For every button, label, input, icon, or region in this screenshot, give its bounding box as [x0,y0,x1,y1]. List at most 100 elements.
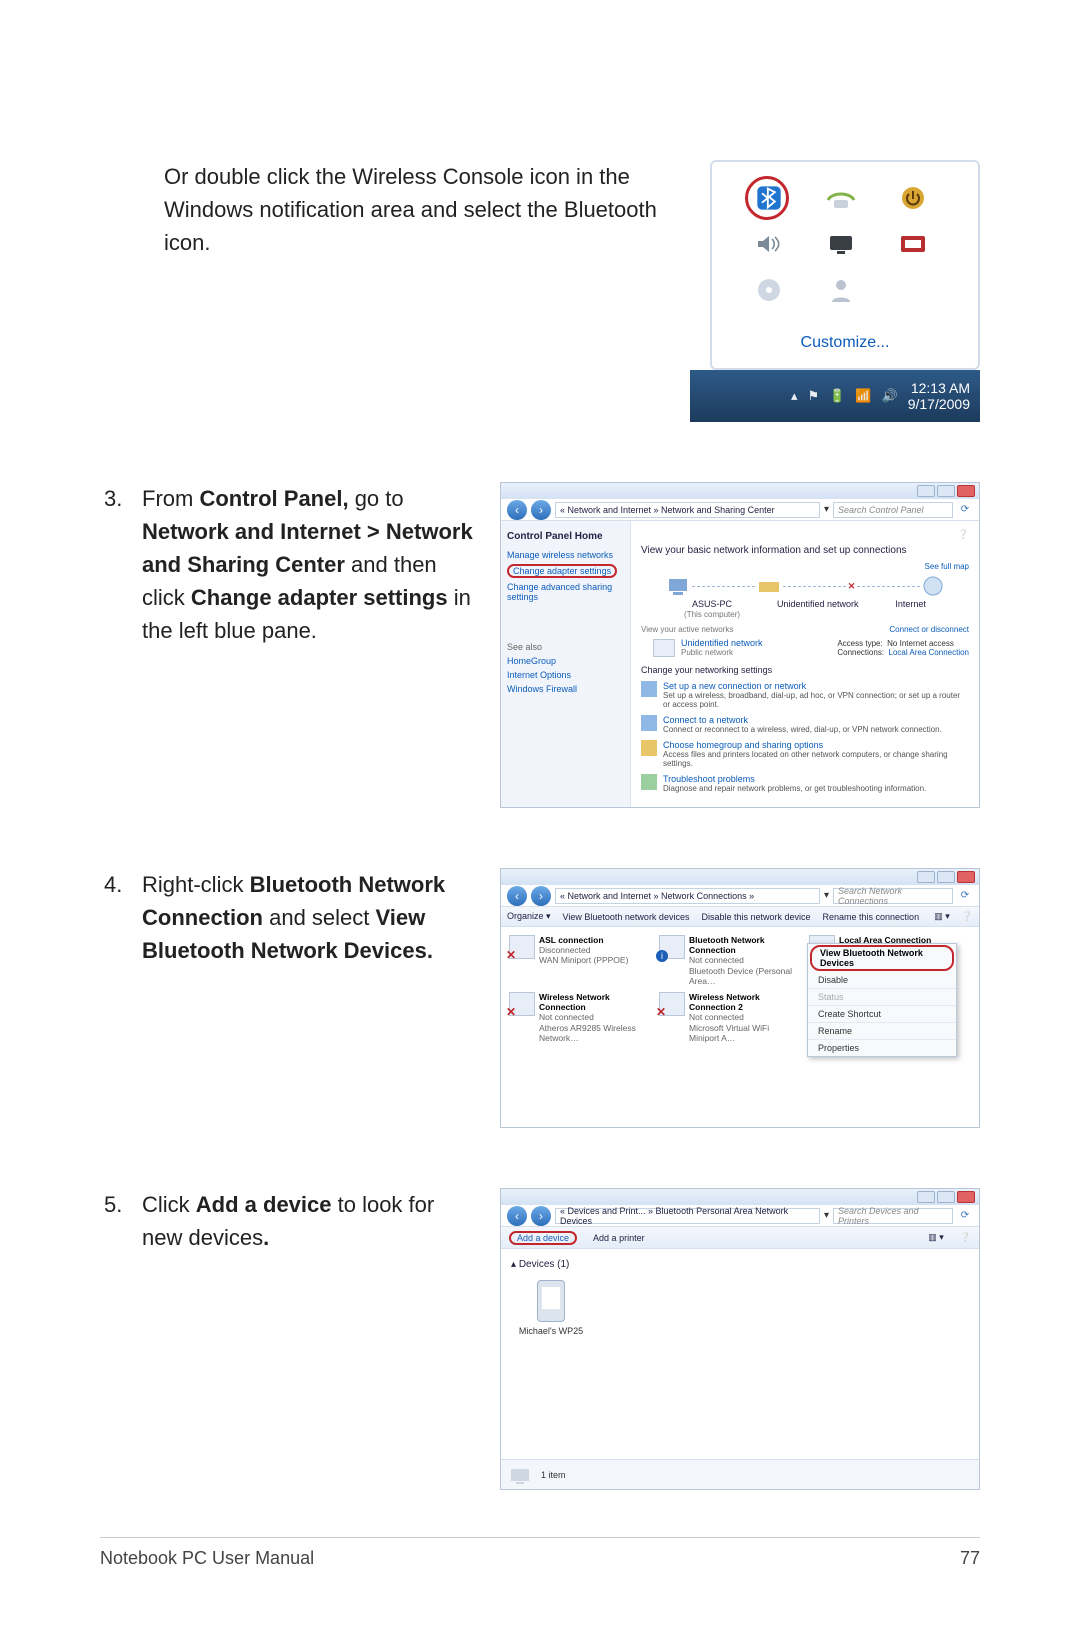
screenshot-network-sharing-center: ‹ › « Network and Internet » Network and… [500,482,980,808]
user-icon[interactable] [821,272,861,308]
devices-section-header[interactable]: ▴ Devices (1) [511,1259,969,1270]
connect-disconnect-link[interactable]: Connect or disconnect [889,625,969,634]
windows-firewall-link[interactable]: Windows Firewall [507,684,624,694]
change-advanced-sharing-link[interactable]: Change advanced sharing settings [507,582,624,602]
basic-network-title: View your basic network information and … [641,545,969,556]
manage-wireless-link[interactable]: Manage wireless networks [507,550,624,560]
window-min-button[interactable] [917,871,935,883]
unidentified-network-link[interactable]: Unidentified network [681,638,763,648]
taskbar-time: 12:13 AM [908,380,970,396]
change-adapter-settings-link[interactable]: Change adapter settings [507,564,624,578]
connection-item[interactable]: ✕Wireless Network ConnectionNot connecte… [509,992,649,1043]
connect-network-link[interactable]: Connect to a network [663,715,942,725]
view-options-icon[interactable]: ▥ ▾ [928,1232,944,1243]
window-close-button[interactable] [957,1191,975,1203]
connection-item[interactable]: ✕Wireless Network Connection 2Not connec… [659,992,799,1043]
connection-icon: ✕ [509,992,535,1016]
nav-back-button[interactable]: ‹ [507,886,527,906]
windows-taskbar: ▴ ⚑ 🔋 📶 🔊 12:13 AM 9/17/2009 [690,370,980,422]
control-panel-home[interactable]: Control Panel Home [507,531,624,542]
connection-item[interactable]: iBluetooth Network ConnectionNot connect… [659,935,799,986]
step-3-text: From Control Panel, go to Network and In… [142,482,500,647]
window-close-button[interactable] [957,485,975,497]
network-icon [757,576,781,596]
refresh-icon[interactable]: ⟳ [957,502,973,518]
add-a-device-button[interactable]: Add a device [509,1231,577,1245]
device-item[interactable]: Michael's WP25 [511,1280,591,1336]
refresh-icon[interactable]: ⟳ [957,1208,973,1224]
category-icon [509,1465,531,1485]
ctx-view-bt-devices[interactable]: View Bluetooth Network Devices [810,945,954,971]
add-a-printer-button[interactable]: Add a printer [593,1233,645,1243]
bluetooth-icon[interactable] [749,180,789,216]
pc-label: ASUS-PC [692,599,732,609]
intro-paragraph: Or double click the Wireless Console ico… [100,160,690,259]
nav-fwd-button[interactable]: › [531,1206,551,1226]
see-full-map-link[interactable]: See full map [641,562,969,571]
ctx-rename[interactable]: Rename [808,1023,956,1040]
search-input[interactable]: Search Control Panel [833,502,953,518]
homegroup-link[interactable]: HomeGroup [507,656,624,666]
tray-chevron-icon[interactable]: ▴ [791,388,798,404]
help-icon[interactable]: ❔ [953,529,969,545]
homegroup-sharing-link[interactable]: Choose homegroup and sharing options [663,740,969,750]
help-icon[interactable]: ❔ [960,1232,971,1243]
window-max-button[interactable] [937,871,955,883]
troubleshoot-icon [641,774,657,790]
setup-new-connection-link[interactable]: Set up a new connection or network [663,681,969,691]
screenshot-network-connections: ‹ › « Network and Internet » Network Con… [500,868,980,1128]
nav-fwd-button[interactable]: › [531,500,551,520]
window-min-button[interactable] [917,1191,935,1203]
tray-flag-icon[interactable]: ⚑ [807,388,819,404]
window-max-button[interactable] [937,485,955,497]
ctx-disable[interactable]: Disable [808,972,956,989]
ctx-properties[interactable]: Properties [808,1040,956,1056]
step-5-number: 5. [100,1188,142,1221]
help-icon[interactable]: ❔ [962,911,973,922]
ctx-create-shortcut[interactable]: Create Shortcut [808,1006,956,1023]
customize-link[interactable]: Customize... [712,326,978,368]
window-min-button[interactable] [917,485,935,497]
volume-icon[interactable] [749,226,789,262]
view-bt-devices-cmd[interactable]: View Bluetooth network devices [563,912,690,922]
local-area-connection-link[interactable]: Local Area Connection [889,648,970,657]
organize-menu[interactable]: Organize ▾ [507,911,551,922]
search-input[interactable]: Search Devices and Printers [833,1208,953,1224]
active-net-icon [653,639,675,657]
disable-device-cmd[interactable]: Disable this network device [701,912,810,922]
window-close-button[interactable] [957,871,975,883]
address-bar[interactable]: « Network and Internet » Network and Sha… [555,502,820,518]
monitor-icon[interactable] [821,226,861,262]
display-hotkey-icon[interactable] [893,226,933,262]
troubleshoot-link[interactable]: Troubleshoot problems [663,774,926,784]
internet-label: Internet [895,599,926,619]
network-type-label: Public network [681,648,763,657]
address-bar[interactable]: « Devices and Print... » Bluetooth Perso… [555,1208,820,1224]
connection-icon: ✕ [509,935,535,959]
search-input[interactable]: Search Network Connections [833,888,953,904]
nav-fwd-button[interactable]: › [531,886,551,906]
refresh-icon[interactable]: ⟳ [957,888,973,904]
tray-power-icon[interactable]: 🔋 [829,388,845,404]
view-options-icon[interactable]: ▥ ▾ [934,911,950,922]
screenshot-system-tray: Customize... ▴ ⚑ 🔋 📶 🔊 12:13 AM 9/17/200… [690,160,980,422]
nav-back-button[interactable]: ‹ [507,1206,527,1226]
left-nav-pane: Control Panel Home Manage wireless netwo… [501,521,631,807]
rename-connection-cmd[interactable]: Rename this connection [823,912,920,922]
screenshot-bluetooth-devices: ‹ › « Devices and Print... » Bluetooth P… [500,1188,980,1490]
change-settings-header: Change your networking settings [641,665,969,675]
window-max-button[interactable] [937,1191,955,1203]
connection-icon: i [659,935,685,959]
disc-icon[interactable] [749,272,789,308]
address-bar[interactable]: « Network and Internet » Network Connect… [555,888,820,904]
power-icon[interactable] [893,180,933,216]
tray-network-icon[interactable]: 📶 [855,388,871,404]
connection-item[interactable]: ✕ASL connectionDisconnectedWAN Miniport … [509,935,649,986]
wireless-console-icon[interactable] [821,180,861,216]
footer-title: Notebook PC User Manual [100,1548,314,1569]
tray-volume-icon[interactable]: 🔊 [882,388,898,404]
taskbar-clock[interactable]: 12:13 AM 9/17/2009 [908,380,970,412]
nav-back-button[interactable]: ‹ [507,500,527,520]
internet-options-link[interactable]: Internet Options [507,670,624,680]
no-internet-x-icon: ✕ [848,581,856,592]
